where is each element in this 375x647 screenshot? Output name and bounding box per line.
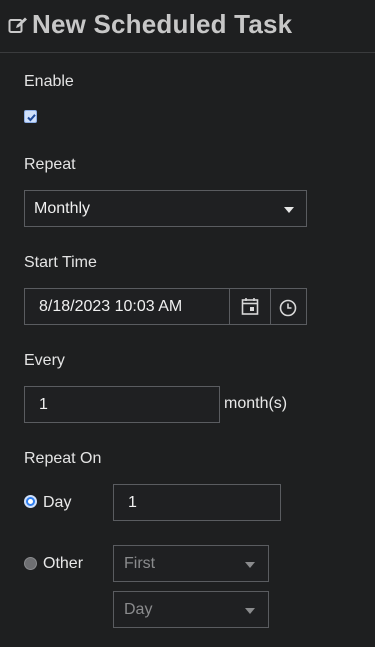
scheduled-task-panel: New Scheduled Task Enable Repeat Monthly… [0,0,375,647]
header: New Scheduled Task [0,0,375,53]
repeat-select-value: Monthly [34,199,91,217]
chevron-down-icon [284,207,294,213]
check-icon [27,114,36,122]
day-number-value: 1 [128,493,137,511]
enable-checkbox[interactable] [24,110,37,123]
ordinal-select-value: First [124,554,156,572]
start-time-value: 8/18/2023 10:03 AM [39,297,183,315]
repeat-select[interactable]: Monthly [24,190,307,227]
unit-select-value: Day [124,600,153,618]
chevron-down-icon [245,562,255,568]
every-input[interactable]: 1 [24,386,220,423]
start-time-label: Start Time [24,254,97,271]
day-radio-label[interactable]: Day [43,494,71,512]
calendar-icon[interactable] [230,289,270,324]
repeat-on-label: Repeat On [24,450,102,467]
ordinal-select[interactable]: First [113,545,269,582]
repeat-label: Repeat [24,156,76,173]
edit-icon [8,17,27,33]
other-radio-label[interactable]: Other [43,555,83,573]
day-radio[interactable] [24,495,37,508]
other-radio[interactable] [24,557,37,570]
every-label: Every [24,352,65,369]
every-input-value: 1 [39,395,48,413]
enable-label: Enable [24,73,74,90]
unit-select[interactable]: Day [113,591,269,628]
chevron-down-icon [245,608,255,614]
start-time-field[interactable]: 8/18/2023 10:03 AM [24,288,307,325]
clock-icon[interactable] [271,289,307,324]
every-unit: month(s) [224,395,288,412]
page-title: New Scheduled Task [32,9,293,39]
day-number-input[interactable]: 1 [113,484,281,521]
